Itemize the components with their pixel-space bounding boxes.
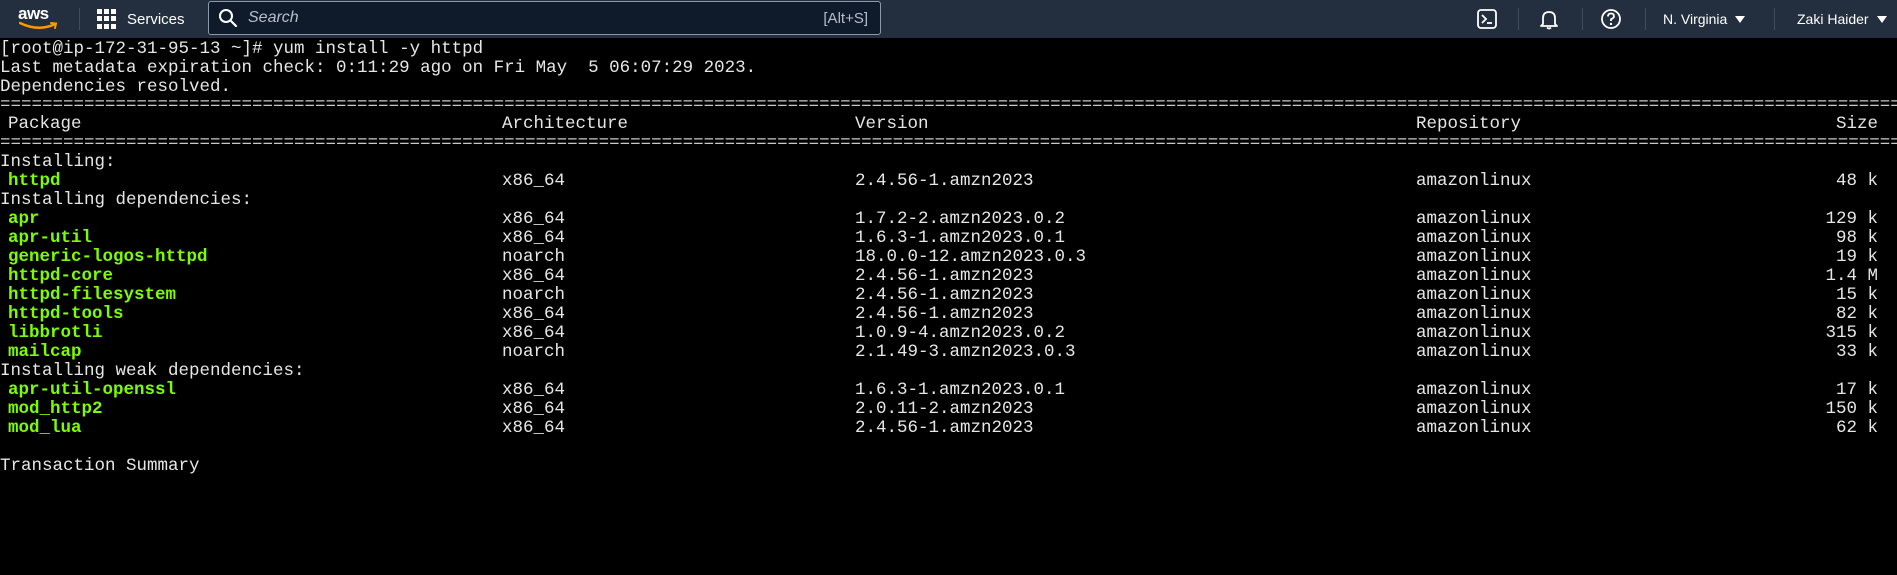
package-arch: x86_64	[502, 418, 566, 438]
search-box[interactable]: [Alt+S]	[208, 1, 881, 35]
services-grid-icon	[97, 9, 117, 29]
aws-smile-icon	[19, 21, 58, 29]
bell-icon[interactable]	[1538, 8, 1560, 30]
terminal[interactable]: [root@ip-172-31-95-13 ~]# yum install -y…	[0, 38, 1897, 575]
nav-divider	[79, 8, 80, 30]
user-name: Zaki Haider	[1797, 11, 1869, 27]
nav-divider	[1582, 8, 1583, 30]
cloudshell-icon[interactable]	[1476, 8, 1498, 30]
transaction-summary: Transaction Summary	[0, 456, 200, 476]
region-label: N. Virginia	[1663, 11, 1728, 27]
region-selector[interactable]: N. Virginia	[1663, 0, 1746, 38]
package-row: mod_lua x86_64 2.4.56-1.amzn2023 amazonlinu…	[0, 417, 1897, 440]
nav-divider	[1645, 8, 1646, 30]
package-repo: amazonlinux	[1416, 418, 1532, 438]
package-size: 62 k	[1835, 418, 1878, 438]
search-shortcut-hint: [Alt+S]	[823, 9, 868, 27]
package-version: 2.4.56-1.amzn2023	[855, 418, 1034, 438]
help-icon[interactable]	[1600, 8, 1622, 30]
aws-top-nav: aws Services [Alt+S] N. Vi	[0, 0, 1897, 38]
services-label: Services	[127, 10, 185, 28]
account-menu[interactable]: Zaki Haider	[1797, 0, 1887, 38]
nav-divider	[1774, 8, 1775, 30]
nav-divider	[1518, 8, 1519, 30]
search-input[interactable]	[246, 8, 824, 28]
search-icon	[219, 9, 238, 28]
chevron-down-icon	[1876, 15, 1887, 23]
aws-logo[interactable]: aws	[18, 4, 60, 34]
services-menu-button[interactable]: Services	[97, 0, 185, 38]
chevron-down-icon	[1735, 15, 1746, 23]
package-name: mod_lua	[8, 418, 82, 438]
